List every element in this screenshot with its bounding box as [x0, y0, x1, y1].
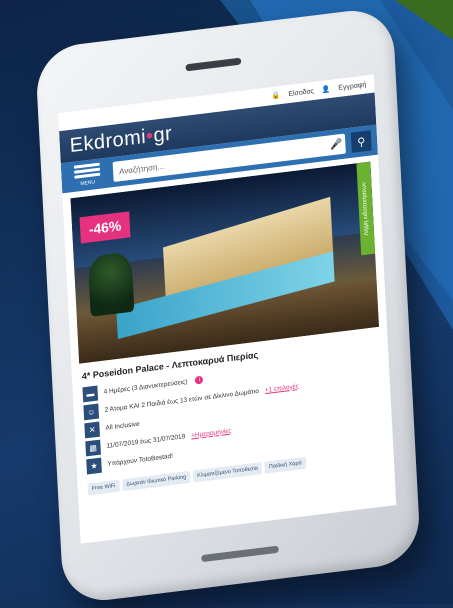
people-icon: ☺ — [83, 403, 100, 420]
hero-palm — [87, 251, 135, 317]
calendar-icon: ▦ — [85, 439, 101, 456]
lock-icon: 🔒 — [271, 92, 281, 101]
phone-screen: 🔒 Είσοδος 👤 Εγγραφή Ekdromi•gr MENU Αναζ… — [58, 74, 397, 544]
more-options-link[interactable]: +1 επιλογές — [265, 382, 299, 393]
info-icon[interactable]: i — [195, 375, 204, 385]
detail-text: Υπάρχουν TotoBestad! — [107, 452, 174, 468]
amenity-tag: Free WiFi — [87, 479, 120, 496]
search-button[interactable]: ⚲ — [350, 130, 372, 153]
microphone-icon[interactable]: 🎤 — [327, 133, 346, 155]
detail-text: All Inclusive — [105, 420, 140, 432]
phone-home-indicator — [201, 545, 279, 563]
menu-button[interactable]: MENU — [67, 162, 108, 189]
phone-speaker — [185, 57, 242, 72]
logo-text: Ekdromi — [69, 125, 147, 157]
search-icon: ⚲ — [356, 135, 366, 149]
phone-body: 🔒 Είσοδος 👤 Εγγραφή Ekdromi•gr MENU Αναζ… — [34, 5, 422, 606]
more-dates-link[interactable]: +Ημερομηνίες — [191, 427, 232, 439]
bed-icon: ▬ — [82, 385, 99, 402]
menu-icon-bar — [74, 172, 101, 179]
register-link[interactable]: Εγγραφή — [338, 81, 366, 91]
login-link[interactable]: Είσοδος — [288, 87, 314, 97]
amenity-tag: Κλιματιζόμενο Τοποθεσία — [192, 462, 263, 483]
star-icon: ★ — [86, 457, 102, 474]
amenity-tag: Παιδική Χαρά — [264, 456, 307, 474]
menu-label: MENU — [80, 179, 96, 188]
amenity-tag: Δωρεάν Ιδιωτικό Parking — [122, 470, 191, 492]
food-icon: ✕ — [84, 421, 100, 438]
logo-suffix: gr — [152, 122, 173, 147]
offer-image[interactable]: -46% Λήψη ειδοποιήσεων — [70, 161, 379, 364]
phone-mockup: 🔒 Είσοδος 👤 Εγγραφή Ekdromi•gr MENU Αναζ… — [8, 5, 438, 608]
user-icon: 👤 — [321, 85, 331, 94]
notifications-tab[interactable]: Λήψη ειδοποιήσεων — [356, 161, 376, 256]
